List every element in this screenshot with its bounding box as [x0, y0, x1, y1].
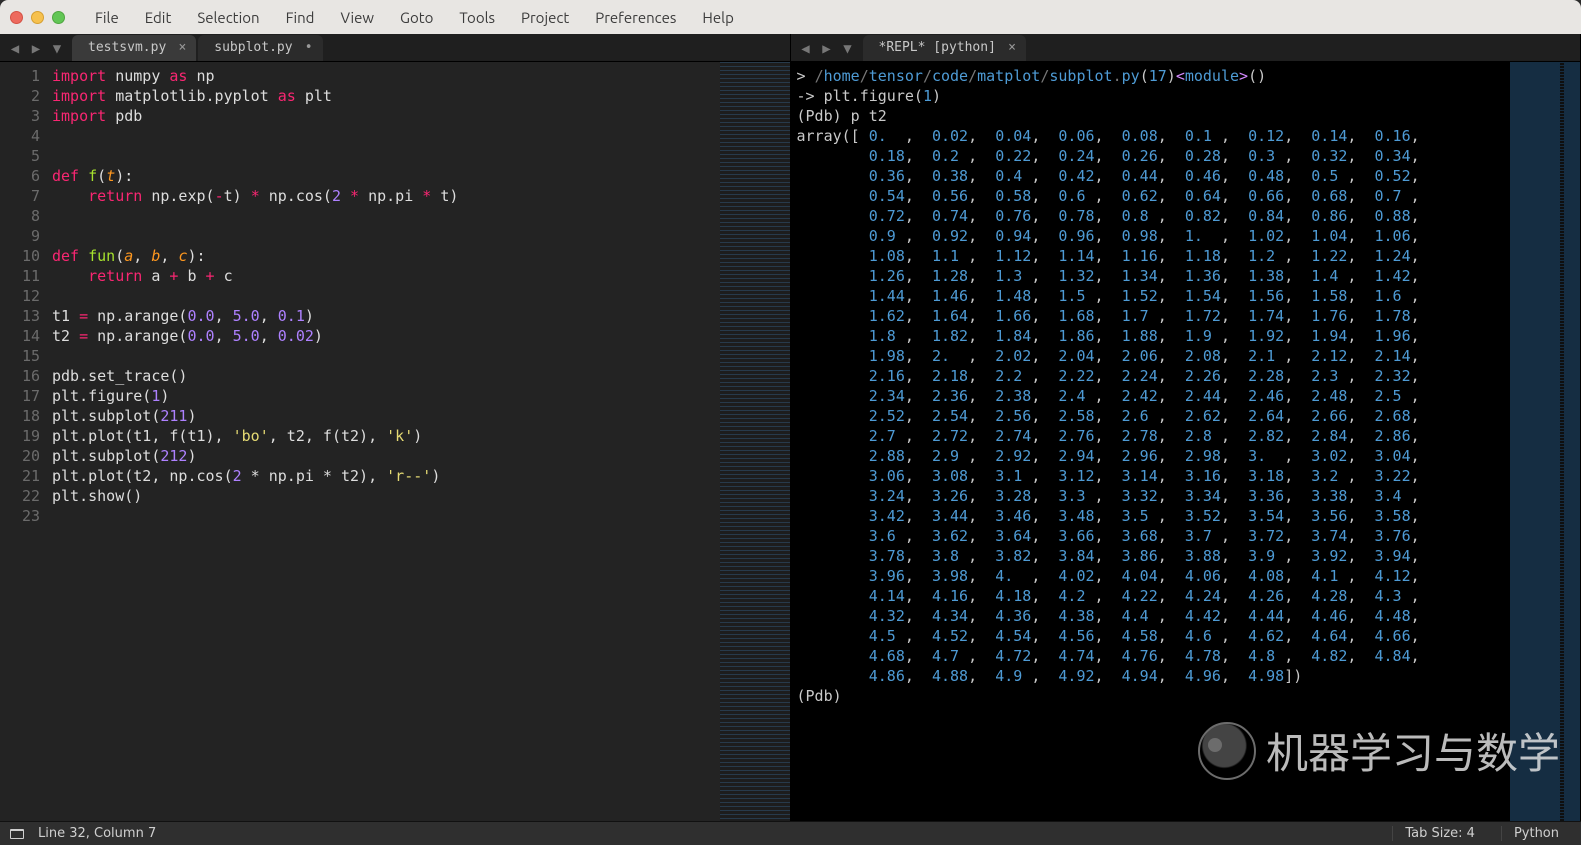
repl-output-area[interactable]: > /home/tensor/code/matplot/subplot.py(1… — [791, 62, 1511, 821]
left-pane: ◀ ▶ ▼ testsvm.py × subplot.py • 1 2 3 4 … — [0, 34, 791, 821]
tab-dropdown-icon[interactable]: ▼ — [839, 41, 857, 57]
window-minimize-button[interactable] — [31, 11, 44, 24]
editor-panes: ◀ ▶ ▼ testsvm.py × subplot.py • 1 2 3 4 … — [0, 34, 1581, 821]
right-pane-tabs: ◀ ▶ ▼ *REPL* [python] × — [791, 34, 1581, 62]
left-pane-tabs: ◀ ▶ ▼ testsvm.py × subplot.py • — [0, 34, 790, 62]
tab-label: subplot.py — [214, 40, 292, 55]
tab-subplot[interactable]: subplot.py • — [198, 35, 322, 61]
minimap[interactable] — [1510, 62, 1580, 821]
menu-find[interactable]: Find — [280, 3, 321, 32]
tab-close-icon[interactable]: × — [178, 35, 186, 61]
tab-close-icon[interactable]: × — [1008, 35, 1016, 61]
menu-project[interactable]: Project — [515, 3, 575, 32]
right-editor[interactable]: > /home/tensor/code/matplot/subplot.py(1… — [791, 62, 1581, 821]
panel-toggle-icon[interactable] — [10, 829, 24, 839]
tab-history-back-icon[interactable]: ◀ — [6, 41, 24, 57]
syntax-indicator[interactable]: Python — [1501, 826, 1571, 841]
right-pane: ◀ ▶ ▼ *REPL* [python] × > /home/tensor/c… — [791, 34, 1581, 821]
menu-edit[interactable]: Edit — [139, 3, 178, 32]
tab-history-back-icon[interactable]: ◀ — [797, 41, 815, 57]
window-maximize-button[interactable] — [52, 11, 65, 24]
menu-preferences[interactable]: Preferences — [589, 3, 682, 32]
nav-arrows-left: ◀ ▶ ▼ — [0, 41, 72, 61]
tab-history-forward-icon[interactable]: ▶ — [818, 41, 836, 57]
line-number-gutter: 1 2 3 4 5 6 7 8 9 10 11 12 13 14 15 16 1… — [0, 62, 48, 821]
cursor-position[interactable]: Line 32, Column 7 — [38, 826, 156, 841]
tab-dropdown-icon[interactable]: ▼ — [48, 41, 66, 57]
window-close-button[interactable] — [10, 11, 23, 24]
minimap[interactable] — [720, 62, 790, 821]
menu-file[interactable]: File — [89, 3, 125, 32]
statusbar: Line 32, Column 7 Tab Size: 4 Python — [0, 821, 1581, 845]
tab-dirty-icon[interactable]: • — [305, 35, 313, 61]
source-code-area[interactable]: import numpy as np import matplotlib.pyp… — [48, 62, 720, 821]
window-controls — [10, 11, 65, 24]
tab-label: testsvm.py — [88, 40, 166, 55]
menu-view[interactable]: View — [334, 3, 380, 32]
menu-tools[interactable]: Tools — [453, 3, 501, 32]
menu-selection[interactable]: Selection — [191, 3, 265, 32]
nav-arrows-right: ◀ ▶ ▼ — [791, 41, 863, 61]
tab-testsvm[interactable]: testsvm.py × — [72, 35, 196, 61]
left-editor[interactable]: 1 2 3 4 5 6 7 8 9 10 11 12 13 14 15 16 1… — [0, 62, 790, 821]
tab-history-forward-icon[interactable]: ▶ — [27, 41, 45, 57]
menu-goto[interactable]: Goto — [394, 3, 439, 32]
titlebar: File Edit Selection Find View Goto Tools… — [0, 0, 1581, 34]
menu-help[interactable]: Help — [696, 3, 739, 32]
tab-size-indicator[interactable]: Tab Size: 4 — [1392, 826, 1487, 841]
tab-label: *REPL* [python] — [879, 40, 996, 55]
tab-repl[interactable]: *REPL* [python] × — [863, 35, 1026, 61]
